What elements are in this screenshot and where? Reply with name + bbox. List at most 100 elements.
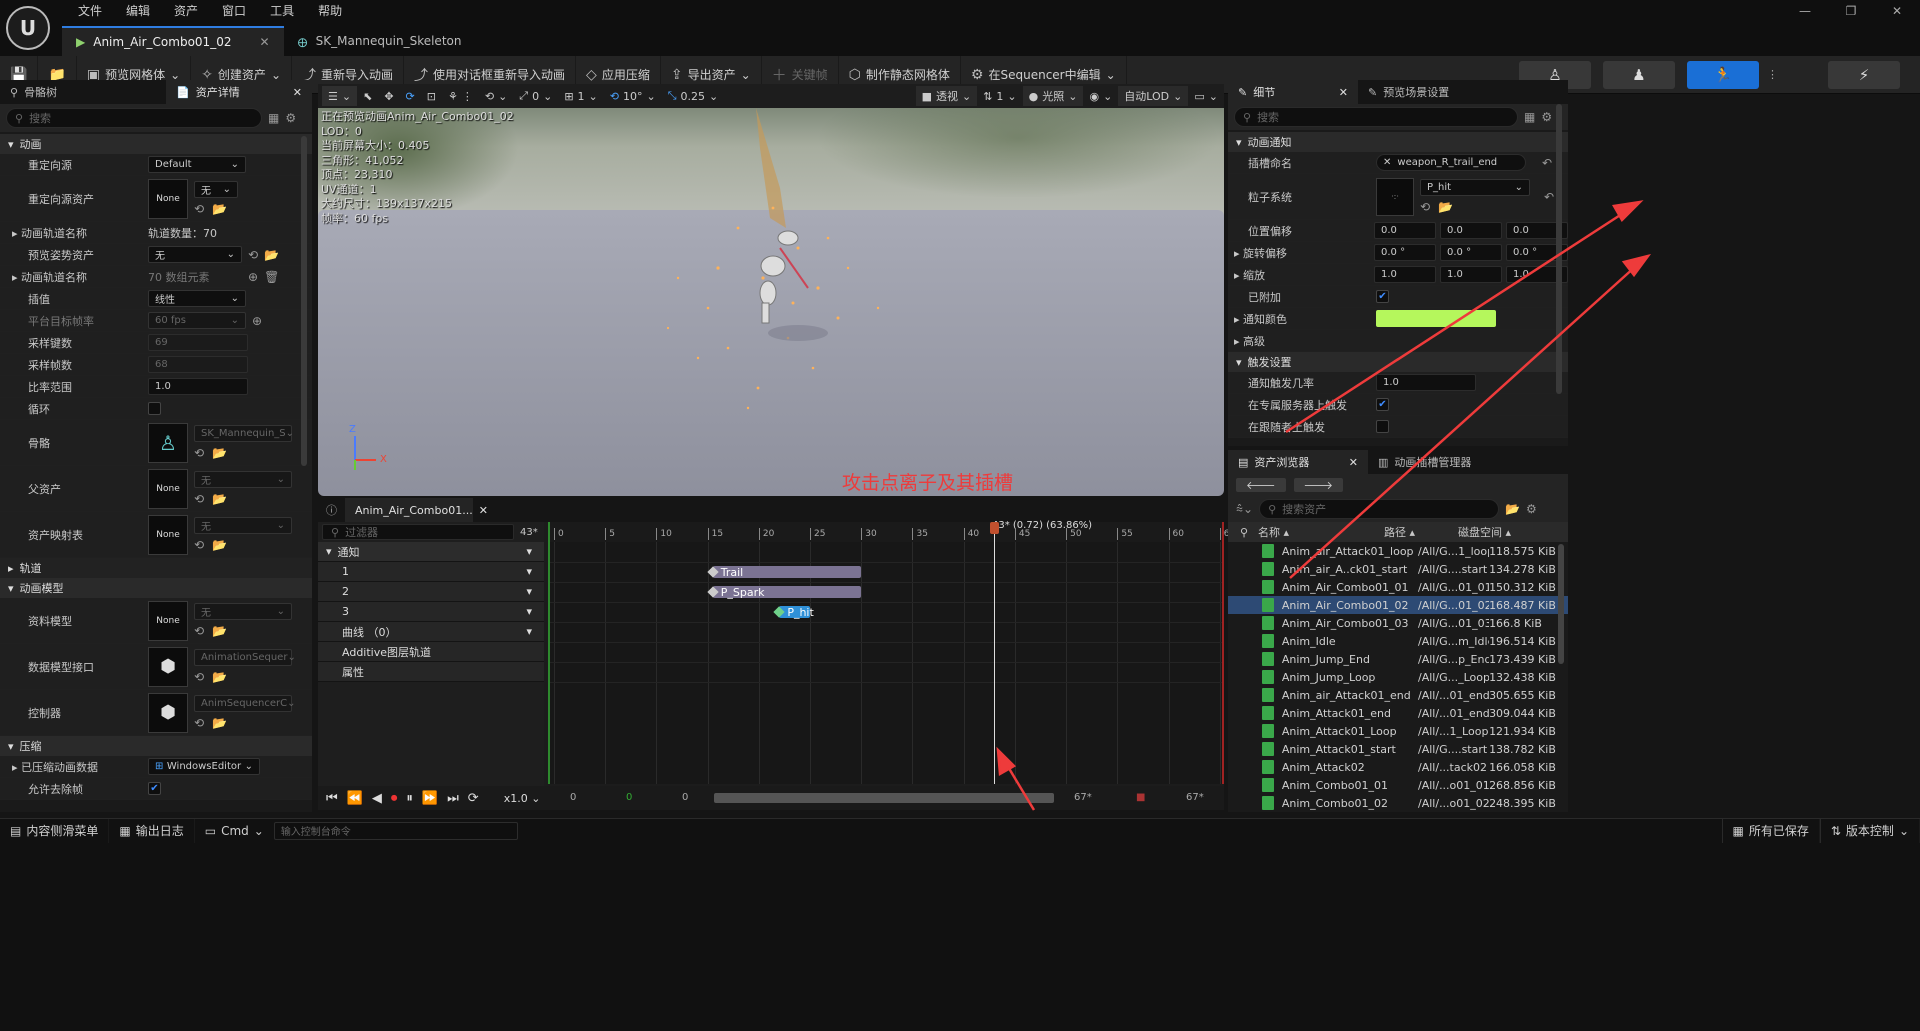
track-attributes[interactable]: 属性 — [318, 662, 544, 682]
search-input[interactable]: ⚲ 搜索 — [6, 108, 262, 128]
step-forward-icon[interactable]: ⏩ — [422, 791, 438, 806]
section-anim-notify[interactable]: ▾ 动画通知 — [1228, 132, 1568, 152]
grid-snap-button[interactable]: ⊞ 1 ⌄ — [558, 86, 603, 106]
tab-asset-browser[interactable]: ▤ 资产浏览器 ✕ — [1228, 450, 1368, 474]
asset-row[interactable]: Anim_Combo01_01/All/...o01_01 268.856 KiB — [1228, 776, 1568, 794]
use-selected-icon[interactable]: ⟲ — [194, 538, 204, 552]
play-end-icon[interactable]: ■ — [1136, 792, 1145, 803]
start-marker[interactable] — [548, 522, 550, 784]
cmd-dropdown[interactable]: ▭ Cmd ⌄ — [195, 819, 274, 843]
menu-edit[interactable]: 编辑 — [114, 0, 162, 22]
chevron-down-icon[interactable]: ▾ — [526, 565, 532, 578]
add-icon[interactable]: ⊕ — [248, 270, 258, 284]
use-selected-icon[interactable]: ⟲ — [194, 492, 204, 506]
asset-row[interactable]: Anim_Air_Combo01_03/All/G...01_03 166.8 K… — [1228, 614, 1568, 632]
browse-icon[interactable]: 📂 — [212, 446, 227, 460]
section-anim[interactable]: ▾ 动画 — [0, 134, 312, 154]
data-iface-dropdown[interactable]: AnimationSequer ⌄ — [194, 649, 296, 666]
track-3[interactable]: 3 ▾ — [318, 602, 544, 622]
bone-tool[interactable]: ⚘ ⋮ — [442, 86, 479, 106]
grid-icon[interactable]: ▦ — [1524, 110, 1535, 124]
parent-dropdown[interactable]: 无 ⌄ — [194, 471, 292, 488]
perspective-button[interactable]: ■ 透视 ⌄ — [915, 86, 978, 106]
viewport-options-button[interactable]: ☰ ⌄ — [322, 86, 358, 106]
scrollbar[interactable] — [1556, 104, 1562, 394]
range-end[interactable]: 67* — [1186, 792, 1204, 803]
content-drawer-button[interactable]: ▤ 内容侧滑菜单 — [0, 818, 110, 843]
rotate-snap-button[interactable]: ⟲ 10° ⌄ — [604, 86, 662, 106]
physics-mode-button[interactable]: ⚡ — [1828, 60, 1900, 89]
parent-thumbnail[interactable]: None — [148, 468, 188, 509]
rot-x-field[interactable]: 0.0 ° — [1374, 244, 1436, 261]
preview-pose-dropdown[interactable]: 无 ⌄ — [148, 246, 242, 263]
gear-icon[interactable]: ⚙ — [285, 111, 296, 125]
trash-icon[interactable]: 🗑 — [264, 270, 279, 284]
close-icon[interactable]: ✕ — [259, 35, 269, 49]
filter-icon[interactable]: ⩯⌄ — [1236, 502, 1253, 517]
track-notifies[interactable]: ▾ 通知 ▾ — [318, 542, 544, 562]
use-selected-icon[interactable]: ⟲ — [194, 670, 204, 684]
tab-timeline[interactable]: Anim_Air_Combo01... ✕ — [345, 498, 488, 522]
reset-icon[interactable]: ↶ — [1542, 156, 1552, 170]
tab-slot-manager[interactable]: ▥ 动画插槽管理器 — [1368, 450, 1481, 474]
more-icon[interactable]: ⋮ — [1759, 68, 1786, 81]
asset-row[interactable]: Anim_air_A..ck01_start/All/G....start 134… — [1228, 560, 1568, 578]
help-icon[interactable]: ⓘ — [318, 502, 345, 518]
follower-checkbox[interactable] — [1376, 420, 1389, 433]
lit-button[interactable]: ● 光照 ⌄ — [1022, 86, 1084, 106]
controller-thumbnail[interactable]: ⬢ — [148, 692, 188, 733]
col-name[interactable]: 名称 ▴ — [1258, 524, 1384, 540]
close-icon[interactable]: ✕ — [293, 86, 302, 99]
browse-icon[interactable]: 📂 — [212, 716, 227, 730]
use-selected-icon[interactable]: ⟲ — [1420, 200, 1430, 214]
pos-x-field[interactable]: 0.0 — [1374, 222, 1436, 239]
step-back-icon[interactable]: ⏪ — [347, 791, 363, 806]
add-icon[interactable]: ⊕ — [252, 314, 262, 328]
chevron-down-icon[interactable]: ▾ — [526, 625, 532, 638]
section-compress[interactable]: ▾ 压缩 — [0, 736, 312, 756]
record-icon[interactable]: ⏺ — [391, 791, 398, 806]
skeleton-thumbnail[interactable]: ♙ — [148, 422, 188, 463]
timeline-area[interactable]: 43* (0.72) (63.86%) 0 5 10 15 20 25 30 35 40 45 50… — [548, 520, 1235, 784]
close-icon[interactable]: ✕ — [1339, 86, 1348, 99]
track-additive[interactable]: Additive图层轨道 — [318, 642, 544, 662]
asset-row[interactable]: Anim_Jump_End/All/G...p_End 173.439 KiB — [1228, 650, 1568, 668]
platform-rate-dropdown[interactable]: 60 fps ⌄ — [148, 312, 246, 329]
retarget-source-dropdown[interactable]: Default ⌄ — [148, 156, 246, 173]
gear-icon[interactable]: ⚙ — [1541, 110, 1552, 124]
rotate-tool[interactable]: ⟳ — [400, 86, 421, 106]
section-trigger[interactable]: ▾ 触发设置 — [1228, 352, 1568, 372]
close-window-icon[interactable]: ✕ — [1874, 0, 1920, 22]
view-end[interactable]: 67* — [1074, 792, 1092, 803]
browse-icon[interactable]: 📂 — [1438, 200, 1453, 214]
section-track[interactable]: ▸ 轨道 — [0, 558, 312, 578]
unreal-logo-icon[interactable]: U — [6, 6, 50, 50]
camera-speed-button[interactable]: ⇅ 1 ⌄ — [977, 86, 1022, 106]
menu-file[interactable]: 文件 — [66, 0, 114, 22]
speed-dropdown[interactable]: x1.0 ⌄ — [504, 792, 541, 805]
clear-icon[interactable]: ✕ — [1383, 157, 1391, 168]
lod-button[interactable]: 自动LOD ⌄ — [1118, 86, 1189, 106]
browse-icon[interactable]: 📂 — [264, 248, 279, 262]
browse-icon[interactable]: 📂 — [212, 202, 227, 216]
data-model-thumbnail[interactable]: None — [148, 600, 188, 641]
compressed-dropdown[interactable]: ⊞ WindowsEditor ⌄ — [148, 758, 260, 775]
play-start[interactable]: 0 — [626, 792, 632, 803]
rot-y-field[interactable]: 0.0 ° — [1440, 244, 1502, 261]
socket-name-field[interactable]: ✕ weapon_R_trail_end — [1376, 154, 1526, 171]
scrollbar[interactable] — [1558, 544, 1564, 664]
gear-icon[interactable]: ⚙ — [1526, 502, 1537, 516]
track-2[interactable]: 2 ▾ — [318, 582, 544, 602]
animation-mode-button[interactable]: 🏃 — [1687, 60, 1759, 89]
use-selected-icon[interactable]: ⟲ — [248, 248, 258, 262]
particle-thumbnail[interactable]: ·:· — [1376, 177, 1414, 216]
move-tool[interactable]: ✥ — [378, 86, 399, 106]
minimize-icon[interactable]: — — [1782, 0, 1828, 22]
scale-snap-button[interactable]: ⤡ 0.25 ⌄ — [662, 86, 725, 106]
asset-row[interactable]: Anim_Idle/All/G...m_Idle 196.514 KiB — [1228, 632, 1568, 650]
track-1[interactable]: 1 ▾ — [318, 562, 544, 582]
chevron-down-icon[interactable]: ▾ — [526, 585, 532, 598]
layout-button[interactable]: ▭ ⌄ — [1188, 86, 1224, 106]
grid-icon[interactable]: ▦ — [268, 111, 279, 125]
asset-row[interactable]: Anim_Jump_Loop/All/G..._Loop 132.438 KiB — [1228, 668, 1568, 686]
